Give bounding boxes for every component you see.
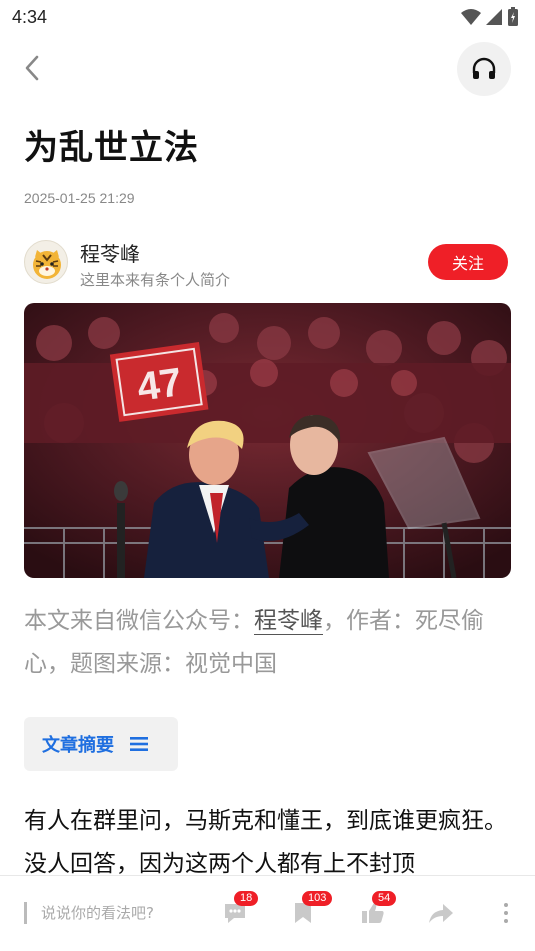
source-prefix: 本文来自微信公众号： xyxy=(24,608,254,634)
tiger-avatar-icon xyxy=(33,250,61,279)
like-count-badge: 54 xyxy=(372,891,397,906)
article-date: 2025-01-25 21:29 xyxy=(24,190,135,206)
author-name[interactable]: 程苓峰 xyxy=(80,238,140,267)
bookmark-button[interactable]: 103 xyxy=(288,891,333,928)
hero-photo: 47 xyxy=(24,303,511,578)
bookmark-count-badge: 103 xyxy=(302,891,333,906)
status-bar: 4:34 xyxy=(0,0,535,36)
sign-text: 47 xyxy=(134,360,184,410)
more-dot-icon xyxy=(504,919,508,923)
summary-label: 文章摘要 xyxy=(42,735,114,756)
share-arrow-icon xyxy=(429,904,453,923)
back-button[interactable] xyxy=(16,50,48,86)
chevron-left-icon xyxy=(25,55,39,81)
share-button[interactable] xyxy=(426,898,456,928)
headphones-icon xyxy=(472,57,496,79)
source-account-link[interactable]: 程苓峰 xyxy=(254,608,323,635)
battery-icon xyxy=(508,7,518,26)
author-bio: 这里本来有条个人简介 xyxy=(80,271,231,289)
comment-count-badge: 18 xyxy=(234,891,259,906)
more-dot-icon xyxy=(504,911,508,915)
follow-button[interactable]: 关注 xyxy=(428,244,508,280)
comments-button[interactable]: 18 xyxy=(220,891,259,928)
signal-icon xyxy=(486,9,502,25)
comment-input[interactable]: 说说你的看法吧? xyxy=(24,902,154,924)
hero-image[interactable]: 47 xyxy=(24,303,511,578)
top-nav xyxy=(0,40,535,96)
author-row: 程苓峰 这里本来有条个人简介 关注 xyxy=(24,236,511,292)
like-button[interactable]: 54 xyxy=(358,891,397,928)
wifi-icon xyxy=(461,9,481,25)
author-avatar[interactable] xyxy=(24,240,68,284)
source-attribution: 本文来自微信公众号：程苓峰，作者：死尽偷心，题图来源：视觉中国 xyxy=(24,600,514,686)
article-title: 为乱世立法 xyxy=(24,128,199,168)
listen-audio-button[interactable] xyxy=(457,42,511,96)
status-icons xyxy=(461,7,519,27)
status-time: 4:34 xyxy=(12,7,48,27)
article-body: 有人在群里问，马斯克和懂王，到底谁更疯狂。没人回答，因为这两个人都有上不封顶 xyxy=(24,808,507,877)
article-summary-button[interactable]: 文章摘要 xyxy=(24,717,178,771)
more-dot-icon xyxy=(504,903,508,907)
more-options-button[interactable] xyxy=(499,898,513,928)
list-menu-icon xyxy=(130,737,148,751)
bottom-action-bar: 说说你的看法吧? 18 103 54 xyxy=(0,875,535,951)
